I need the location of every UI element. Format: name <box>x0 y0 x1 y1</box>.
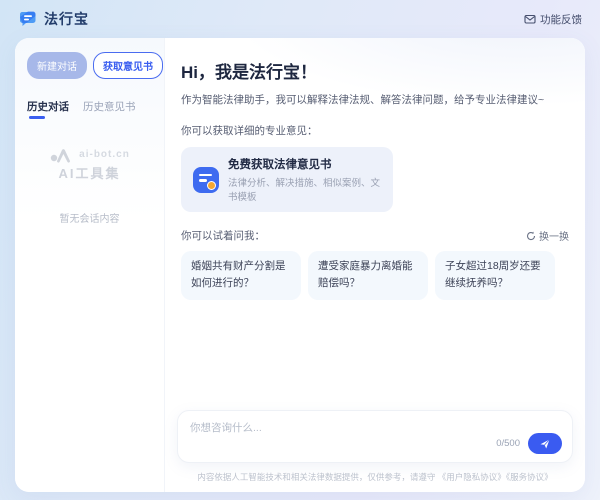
send-button[interactable] <box>528 433 562 454</box>
refresh-label: 换一换 <box>539 228 569 243</box>
opinion-card-title: 免费获取法律意见书 <box>228 156 381 172</box>
magnifier-icon <box>207 181 216 190</box>
tab-history-opinions[interactable]: 历史意见书 <box>83 99 136 119</box>
feedback-label: 功能反馈 <box>540 12 582 27</box>
empty-conversation-text: 暂无会话内容 <box>27 210 152 225</box>
suggested-questions: 婚姻共有财产分割是如何进行的？ 遭受家庭暴力离婚能赔偿吗？ 子女超过18周岁还要… <box>181 251 569 300</box>
watermark: ai-bot.cn AI工具集 <box>27 145 152 182</box>
new-chat-button[interactable]: 新建对话 <box>27 52 87 79</box>
suggest-hint: 你可以试着问我： <box>181 228 265 243</box>
sidebar: 新建对话 获取意见书 历史对话 历史意见书 ai-bot.cn AI工具集 暂无… <box>15 38 165 492</box>
service-agreement-link[interactable]: 《服务协议》 <box>506 472 553 482</box>
feedback-button[interactable]: 功能反馈 <box>524 12 582 27</box>
refresh-questions-button[interactable]: 换一换 <box>526 228 569 243</box>
watermark-domain: ai-bot.cn <box>79 149 130 160</box>
watermark-name: AI工具集 <box>58 163 120 182</box>
question-card-3[interactable]: 子女超过18周岁还要继续抚养吗？ <box>435 251 555 300</box>
greeting-intro: 作为智能法律助手，我可以解释法律法规、解答法律问题，给予专业法律建议~ <box>181 92 569 107</box>
app-header: 法行宝 功能反馈 <box>0 0 600 38</box>
chat-input[interactable] <box>190 420 562 433</box>
disclaimer-text: 内容依据人工智能技术和相关法律数据提供，仅供参考，请遵守 <box>197 472 435 482</box>
send-icon <box>539 438 551 450</box>
envelope-icon <box>524 13 536 25</box>
char-counter: 0/500 <box>496 438 520 449</box>
history-tabs: 历史对话 历史意见书 <box>27 99 152 119</box>
brand: 法行宝 <box>18 9 89 29</box>
get-opinion-button[interactable]: 获取意见书 <box>93 52 163 79</box>
main-area: Hi，我是法行宝！ 作为智能法律助手，我可以解释法律法规、解答法律问题，给予专业… <box>165 38 585 492</box>
question-card-2[interactable]: 遭受家庭暴力离婚能赔偿吗？ <box>308 251 428 300</box>
tab-history-chats[interactable]: 历史对话 <box>27 99 69 119</box>
question-card-1[interactable]: 婚姻共有财产分割是如何进行的？ <box>181 251 301 300</box>
footer-disclaimer: 内容依据人工智能技术和相关法律数据提供，仅供参考，请遵守 《用户隐私协议》《服务… <box>165 463 585 492</box>
message-composer[interactable]: 0/500 <box>177 410 573 463</box>
privacy-policy-link[interactable]: 《用户隐私协议》 <box>438 472 506 482</box>
opinion-hint: 你可以获取详细的专业意见： <box>181 123 569 138</box>
app-logo-icon <box>18 9 38 29</box>
content-panel: 新建对话 获取意见书 历史对话 历史意见书 ai-bot.cn AI工具集 暂无… <box>15 38 585 492</box>
opinion-card-subtitle: 法律分析、解决措施、相似案例、文书模板 <box>228 175 381 203</box>
free-opinion-card[interactable]: 免费获取法律意见书 法律分析、解决措施、相似案例、文书模板 <box>181 147 393 212</box>
legal-document-icon <box>193 167 219 193</box>
app-title: 法行宝 <box>44 9 89 29</box>
watermark-logo-icon <box>49 145 75 163</box>
refresh-icon <box>526 231 536 241</box>
greeting-title: Hi，我是法行宝！ <box>181 58 569 83</box>
